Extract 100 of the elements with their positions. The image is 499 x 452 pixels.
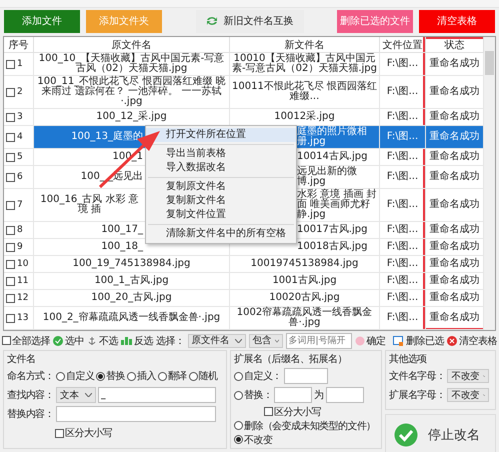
- table-cell: 10019745138984.jpg: [250, 259, 358, 269]
- column-header[interactable]: 文件位置: [380, 37, 426, 53]
- table-cell: 10014古风.jpg: [297, 152, 368, 162]
- circle-icon: [354, 336, 364, 346]
- table-cell: 100_2_帘幕疏疏风透一线香飘金兽·.jpg: [42, 313, 220, 323]
- toolbar-button[interactable]: 清空表格: [419, 10, 495, 32]
- checkbox[interactable]: [6, 242, 15, 252]
- checkbox[interactable]: [6, 294, 15, 302]
- field-dropdown[interactable]: 原文件名: [188, 334, 246, 348]
- select-button[interactable]: 选中: [53, 334, 84, 348]
- radio-button[interactable]: 替换：: [234, 388, 272, 402]
- custom-extension-field[interactable]: [284, 368, 328, 384]
- checkbox[interactable]: [6, 172, 15, 182]
- radio-button[interactable]: 删除（会变成未知类型的文件）: [234, 418, 376, 432]
- table-cell: F:\图...: [386, 200, 418, 210]
- table-cell: 10011不恨此花飞尽 恨西园落红难缀...: [232, 82, 377, 102]
- menu-item[interactable]: 导出当前表格: [146, 147, 296, 161]
- table-cell: 100_1_古风.jpg: [94, 276, 169, 286]
- checkbox[interactable]: [6, 152, 15, 162]
- menu-item[interactable]: 打开文件所在位置: [146, 128, 296, 142]
- replace-from-field[interactable]: [274, 387, 312, 403]
- table-cell: 重命名成功: [430, 225, 480, 235]
- swap-button[interactable]: 新旧文件名互换: [196, 10, 304, 32]
- table-cell: F:\图...: [386, 112, 418, 122]
- checkbox[interactable]: [6, 314, 15, 322]
- caret-icon: [482, 374, 486, 378]
- find-field[interactable]: _: [98, 387, 216, 403]
- checkbox[interactable]: [6, 226, 15, 234]
- radio-button[interactable]: 翻译: [158, 369, 187, 383]
- table-cell: 10017古风.jpg: [297, 225, 368, 235]
- panel-title: 其他选项: [389, 352, 428, 366]
- table-cell: 100_11_不恨此花飞尽 恨西园落红难缀 晓来雨过 遗踪何在？ 一池萍碎。 一一苏轼·.jpg: [36, 77, 227, 107]
- checkbox[interactable]: [6, 276, 15, 286]
- confirm-button[interactable]: 确定: [354, 334, 386, 348]
- type-dropdown[interactable]: 文本: [56, 387, 96, 403]
- case-dropdown[interactable]: 不改变: [447, 388, 490, 402]
- table-cell: 重命名成功: [430, 132, 480, 142]
- table-cell-text: 100_16_古风 水彩 意境 插: [39, 195, 140, 215]
- field-label: 查找内容：: [7, 388, 54, 402]
- table-cell: 重命名成功: [430, 200, 480, 210]
- invert-button[interactable]: 反选: [121, 334, 153, 348]
- refresh-icon: [206, 16, 218, 26]
- row-number: 10: [17, 259, 28, 269]
- checkbox[interactable]: [6, 112, 15, 122]
- field-label: 为: [314, 388, 324, 402]
- row-number: 1: [17, 59, 23, 69]
- toolbar-button[interactable]: 添加文件: [4, 10, 80, 32]
- row-number: 5: [17, 152, 23, 162]
- table-cell: F:\图...: [386, 242, 418, 252]
- keyword-field[interactable]: 多词用|号隔开: [286, 332, 352, 348]
- checkbox[interactable]: [6, 88, 15, 96]
- checkbox[interactable]: 全部选择: [2, 334, 50, 348]
- caret-icon: [274, 338, 278, 342]
- menu-item[interactable]: 复制文件位置: [146, 208, 296, 222]
- table-cell: F:\图...: [386, 293, 418, 303]
- replace-to-field[interactable]: [326, 387, 364, 403]
- checkbox[interactable]: 区分大小写: [55, 426, 112, 440]
- deselect-button[interactable]: 不选: [87, 334, 118, 348]
- checkbox[interactable]: [6, 60, 15, 68]
- table-cell: 100_19_745138984.jpg: [72, 259, 190, 269]
- radio-button[interactable]: 不改变: [234, 432, 272, 446]
- field-label: 文件名字母：: [389, 370, 446, 383]
- stop-button[interactable]: 停止改名: [385, 414, 496, 452]
- checkbox[interactable]: 区分大小写: [264, 404, 322, 418]
- case-dropdown[interactable]: 不改变: [447, 369, 490, 383]
- scrollbar[interactable]: [483, 37, 495, 330]
- table-cell: F:\图...: [386, 225, 418, 235]
- table-cell-text: 远见出新的微博.jpg: [297, 167, 358, 187]
- table-cell-text: 100_10_【天猫收藏】古风中国元素-写意古风（02）天猫天猫.jpg: [38, 54, 226, 74]
- menu-item[interactable]: 复制新文件名: [146, 194, 296, 208]
- menu-item[interactable]: 清除新文件名中的所有空格: [146, 227, 296, 241]
- menu-item[interactable]: 复制原文件名: [146, 180, 296, 194]
- panel-title: 扩展名（后缀名、拓展名）: [234, 352, 348, 366]
- checkbox[interactable]: [6, 260, 15, 268]
- column-header[interactable]: 序号: [4, 37, 34, 53]
- radio-button[interactable]: 随机: [188, 369, 218, 383]
- radio-button[interactable]: 替换: [96, 369, 126, 383]
- table-cell: F:\图...: [386, 132, 418, 142]
- close-icon: [447, 336, 457, 346]
- table-cell: 重命名成功: [430, 276, 480, 286]
- checkbox[interactable]: [6, 132, 15, 142]
- checkbox[interactable]: [6, 200, 15, 210]
- table-cell: F:\图...: [386, 87, 418, 97]
- table-cell: 100_20_古风.jpg: [91, 293, 172, 303]
- table-cell: 10012采.jpg: [274, 112, 335, 122]
- radio-button[interactable]: 自定义：: [234, 369, 282, 383]
- field-label: 扩展名字母：: [389, 388, 446, 402]
- table-cell: 重命名成功: [430, 293, 480, 303]
- replace-field[interactable]: [56, 406, 216, 422]
- match-dropdown[interactable]: 包含: [248, 334, 282, 348]
- menu-item[interactable]: 导入数据改名: [146, 161, 296, 175]
- radio-button[interactable]: 插入: [127, 369, 156, 383]
- caret-icon: [85, 393, 92, 397]
- radio-button[interactable]: 自定义: [56, 369, 94, 383]
- column-header[interactable]: 新文件名: [230, 37, 380, 53]
- clear-table-button[interactable]: 清空表格: [447, 334, 497, 348]
- table-cell: 100_17_: [101, 225, 143, 235]
- delete-selected-button[interactable]: 删除已选: [393, 334, 444, 348]
- table-cell: 重命名成功: [430, 172, 480, 182]
- column-header[interactable]: 原文件名: [34, 37, 230, 53]
